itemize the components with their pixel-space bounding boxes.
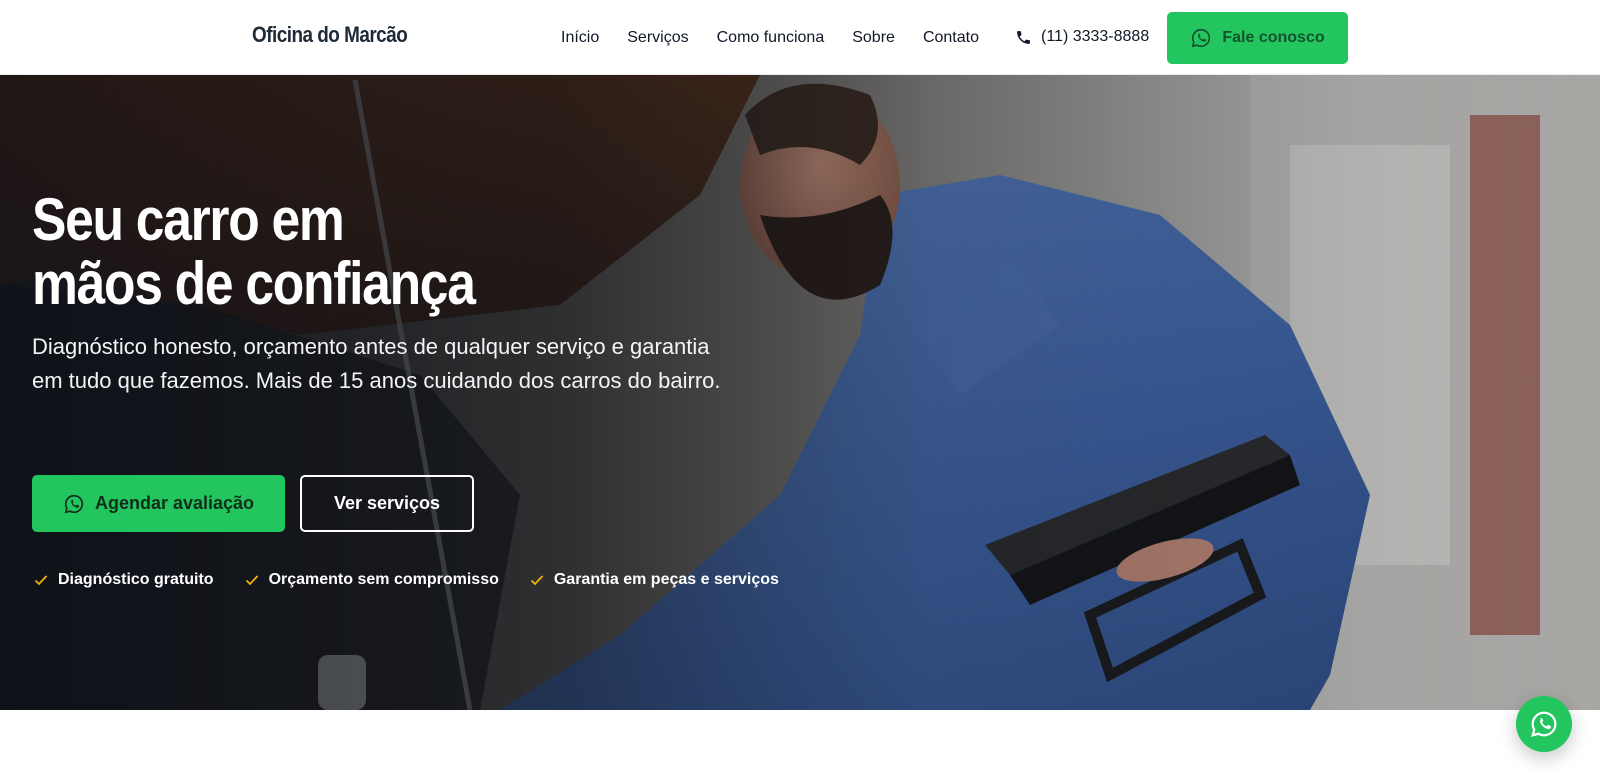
agendar-avaliacao-label: Agendar avaliação	[94, 493, 255, 513]
whatsapp-icon	[1191, 28, 1211, 48]
nav-link-inicio[interactable]: Início	[561, 28, 599, 48]
hero-title-line-2: mãos de confiança	[32, 250, 476, 317]
brand-logo[interactable]: Oficina do Marcão	[252, 22, 408, 48]
badge-diagnostico: Diagnóstico gratuito	[33, 571, 214, 589]
hero-title: Seu carro em mãos de confiança	[32, 188, 514, 316]
ver-servicos-button[interactable]: Ver serviços	[300, 475, 474, 532]
badge-label: Orçamento sem compromisso	[268, 571, 499, 588]
whatsapp-floating-button[interactable]	[1516, 696, 1572, 752]
badge-garantia: Garantia em peças e serviços	[529, 571, 779, 589]
fale-conosco-button[interactable]: Fale conosco	[1167, 12, 1348, 64]
check-icon	[34, 575, 48, 586]
check-icon	[245, 575, 258, 586]
badge-orcamento: Orçamento sem compromisso	[244, 571, 499, 589]
main-nav: Início Serviços Como funciona Sobre Cont…	[561, 28, 1007, 48]
badge-label: Garantia em peças e serviços	[553, 571, 779, 588]
phone-icon	[1017, 30, 1030, 44]
whatsapp-icon	[64, 494, 84, 513]
hero-title-line-1: Seu carro em	[32, 186, 345, 253]
agendar-avaliacao-button[interactable]: Agendar avaliação	[32, 475, 285, 532]
site-header: Oficina do Marcão Início Serviços Como f…	[0, 0, 1600, 75]
nav-link-como-funciona[interactable]: Como funciona	[717, 28, 825, 48]
phone-link[interactable]: (11) 3333-8888	[1015, 27, 1149, 47]
nav-link-servicos[interactable]: Serviços	[627, 28, 688, 48]
hero-description: Diagnóstico honesto, orçamento antes de …	[32, 334, 721, 393]
hero-badges: Diagnóstico gratuito Orçamento sem compr…	[33, 571, 809, 589]
badge-label: Diagnóstico gratuito	[58, 571, 214, 588]
nav-link-contato[interactable]: Contato	[923, 28, 979, 48]
phone-number: (11) 3333-8888	[1041, 28, 1150, 45]
fale-conosco-label: Fale conosco	[1222, 29, 1325, 46]
whatsapp-icon	[1531, 711, 1557, 737]
check-icon	[530, 575, 544, 586]
ver-servicos-label: Ver serviços	[333, 493, 441, 513]
hero-section: Seu carro em mãos de confiança Diagnósti…	[0, 75, 1600, 710]
nav-link-sobre[interactable]: Sobre	[852, 28, 895, 48]
